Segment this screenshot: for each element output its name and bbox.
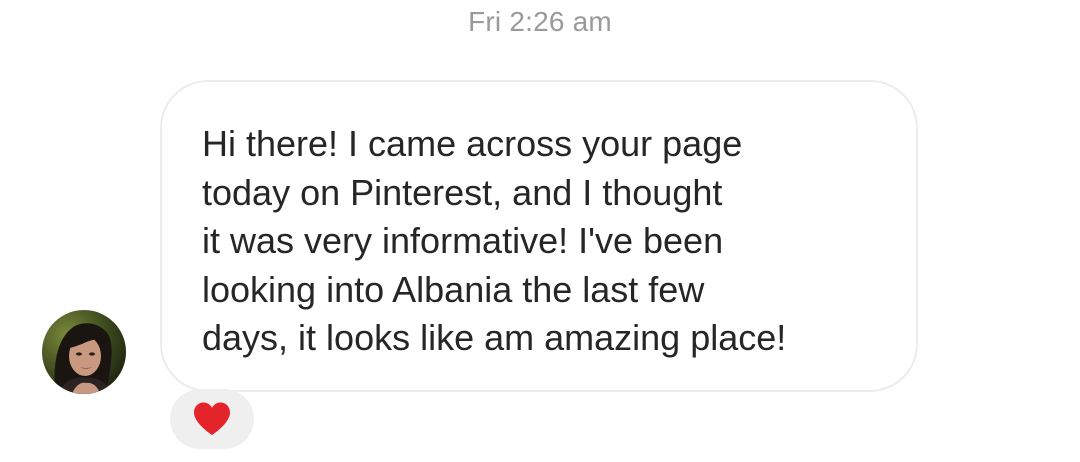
heart-reaction[interactable] (170, 389, 254, 449)
message-bubble[interactable]: Hi there! I came across your page today … (160, 80, 918, 392)
avatar-image (42, 310, 126, 394)
message-text: Hi there! I came across your page today … (202, 123, 787, 358)
heart-icon (194, 402, 230, 435)
sender-avatar[interactable] (42, 310, 126, 394)
message-timestamp: Fri 2:26 am (468, 6, 612, 37)
